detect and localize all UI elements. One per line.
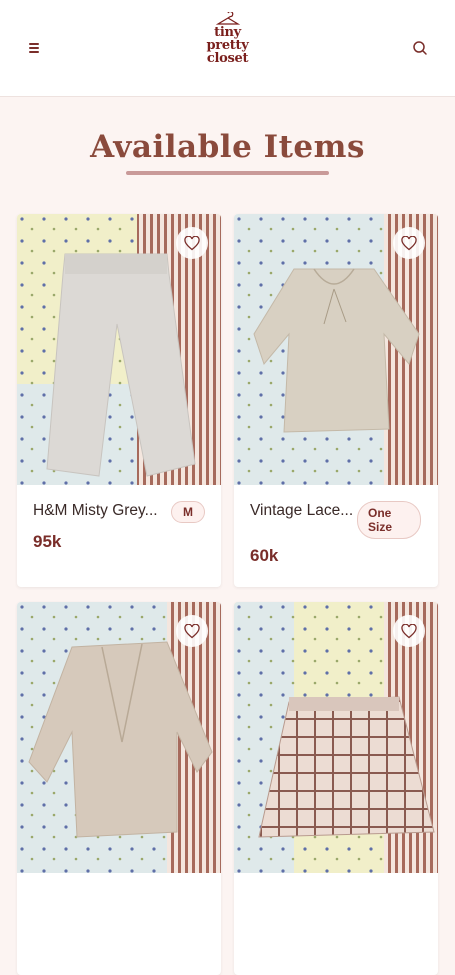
title-underline [126,171,329,175]
product-image-plaid-skirt[interactable] [234,602,438,873]
size-badge: One Size [357,501,421,539]
heart-icon[interactable] [176,615,208,647]
product-card[interactable]: Vintage Lace... One Size 60k [234,214,438,587]
product-grid: H&M Misty Grey... M 95k Vintage Lace... … [17,214,438,975]
product-card[interactable] [234,602,438,975]
hanger-icon [215,12,240,25]
top-header: tiny pretty closet [0,0,455,97]
product-card[interactable] [17,602,221,975]
product-image-sweatpants[interactable] [17,214,221,485]
product-card[interactable]: H&M Misty Grey... M 95k [17,214,221,587]
search-icon[interactable] [412,40,428,56]
product-name[interactable]: Vintage Lace... [250,502,353,520]
product-price: 95k [33,532,62,551]
size-badge: M [171,501,205,523]
site-logo[interactable]: tiny pretty closet [198,12,258,82]
product-name[interactable]: H&M Misty Grey... [33,502,158,520]
page-title: Available Items [90,129,365,165]
product-image-cardigan[interactable] [17,602,221,873]
heart-icon[interactable] [393,615,425,647]
hamburger-menu-icon[interactable] [29,41,43,55]
logo-line-3: closet [206,51,249,66]
product-image-lace-top[interactable] [234,214,438,485]
heart-icon[interactable] [393,227,425,259]
product-price: 60k [250,546,279,565]
title-section: Available Items [0,97,455,175]
heart-icon[interactable] [176,227,208,259]
